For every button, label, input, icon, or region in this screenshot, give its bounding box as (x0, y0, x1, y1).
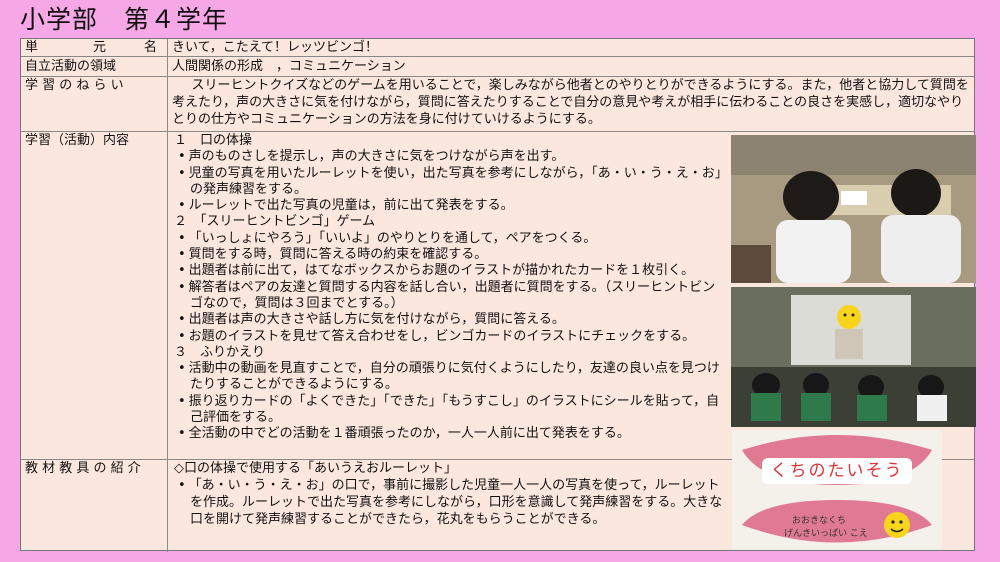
list-item: 出題者は声の大きさや話し方に気を付けながら，質問に答える。 (174, 312, 727, 328)
list-item: 声のものさしを提示し，声の大きさに気をつけながら声を出す。 (174, 149, 727, 165)
materials-label: 教 材 教 具 の 紹 介 (21, 460, 168, 552)
list-item: 出題者は前に出て，はてなボックスからお題のイラストが描かれたカードを１枚引く。 (174, 263, 727, 279)
section-heading: ３ ふりかえり (174, 344, 266, 360)
list-item: お題のイラストを見せて答え合わせをし，ビンゴカードのイラストにチェックをする。 (174, 329, 727, 345)
domain-label: 自立活動の領域 (21, 57, 168, 76)
roulette-title: くちのたいそう (762, 458, 912, 484)
list-item: 振り返りカードの「よくできた」「できた」「もうすこし」のイラストにシールを貼って… (174, 394, 727, 427)
list-item: 質問をする時，質問に答える時の約束を確認する。 (174, 247, 727, 263)
list-item: 解答者はペアの友達と質問する内容を話し合い，出題者に質問をする。（スリーヒントビ… (174, 280, 727, 313)
classroom-desks-image (731, 135, 976, 283)
classroom-screen-image (731, 287, 976, 427)
materials-heading: ◇口の体操で使用する「あいうえおルーレット」 (174, 461, 457, 476)
list-item: 全活動の中でどの活動を１番頑張ったのか，一人一人前に出て発表をする。 (174, 426, 727, 442)
unit-value: きいて，こたえて！レッツビンゴ！ (172, 40, 379, 55)
list-item: 「いっしょにやろう」「いいよ」のやりとりを通して，ペアをつくる。 (174, 231, 727, 247)
aim-label: 学 習 の ね ら い (21, 77, 168, 131)
photo-classroom-screen (731, 287, 976, 427)
photo-roulette: くちのたいそう おおきなくち げんきいっぱい こえ (732, 430, 942, 550)
roulette-caption-1: おおきなくち (792, 516, 847, 526)
page-title: 小学部 第４学年 (20, 5, 229, 34)
domain-value: 人間関係の形成 ，コミュニケーション (172, 59, 406, 74)
materials-body: ◇口の体操で使用する「あいうえおルーレット」 「あ・い・う・え・お」の口で，事前… (168, 460, 733, 552)
aim-value: スリーヒントクイズなどのゲームを用いることで，楽しみながら他者とのやりとりができ… (172, 78, 969, 127)
list-item: 活動中の動画を見直すことで，自分の頑張りに気付くようにしたり，友達の良い点を見つ… (174, 361, 727, 394)
content-label: 学習（活動）内容 (21, 132, 168, 459)
section-heading: ２ 「スリーヒントビンゴ」ゲーム (174, 214, 376, 230)
photo-students-desks (731, 135, 976, 283)
aim-cell: スリーヒントクイズなどのゲームを用いることで，楽しみながら他者とのやりとりができ… (168, 77, 974, 131)
list-item: ルーレットで出た写真の児童は，前に出て発表をする。 (174, 198, 727, 214)
content-body: １ 口の体操 声のものさしを提示し，声の大きさに気をつけながら声を出す。 児童の… (168, 132, 733, 459)
list-item: 「あ・い・う・え・お」の口で，事前に撮影した児童一人一人の写真を使って，ルーレッ… (174, 477, 727, 528)
list-item: 児童の写真を用いたルーレットを使い，出た写真を参考にしながら，「あ・い・う・え・… (174, 166, 727, 199)
roulette-caption-2: げんきいっぱい こえ (784, 529, 868, 539)
row-domain: 自立活動の領域 人間関係の形成 ，コミュニケーション (21, 57, 974, 77)
row-aim: 学 習 の ね ら い スリーヒントクイズなどのゲームを用いることで，楽しみなが… (21, 77, 974, 132)
row-unit: 単 元 名 きいて，こたえて！レッツビンゴ！ (21, 39, 974, 57)
section-heading: １ 口の体操 (174, 133, 253, 148)
unit-label: 単 元 名 (21, 39, 168, 56)
